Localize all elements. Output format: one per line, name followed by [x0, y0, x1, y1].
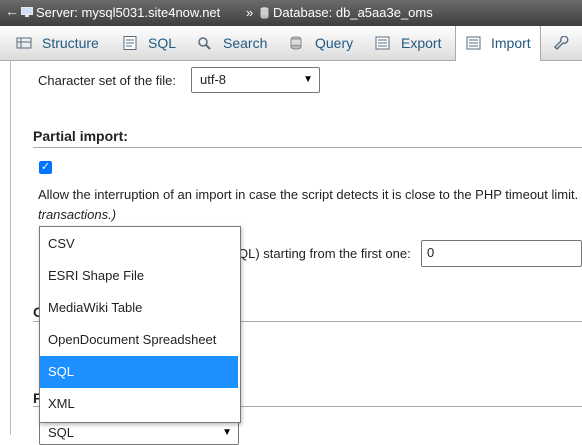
- charset-value: utf-8: [200, 72, 227, 87]
- tab-label: Export: [401, 35, 442, 51]
- breadcrumb-database-link[interactable]: Database: db_a5aa3e_oms: [273, 5, 433, 20]
- back-arrow-icon[interactable]: ←: [5, 3, 19, 19]
- tab-label: Query: [315, 35, 354, 51]
- format-option-sql[interactable]: SQL: [40, 356, 238, 388]
- format-select[interactable]: SQL ▼: [39, 421, 239, 445]
- tab-label: Structure: [42, 35, 99, 51]
- tab-label: Import: [491, 35, 531, 51]
- charset-select[interactable]: utf-8 ▼: [191, 67, 320, 93]
- skip-queries-label: QL) starting from the first one:: [238, 246, 411, 261]
- divider: [33, 147, 582, 148]
- format-select-value: SQL: [48, 425, 75, 440]
- export-icon: [375, 36, 390, 50]
- structure-icon: [16, 37, 32, 49]
- search-icon: [198, 37, 211, 50]
- format-dropdown-list: CSV ESRI Shape File MediaWiki Table Open…: [39, 226, 241, 423]
- tab-export[interactable]: Export: [375, 26, 447, 60]
- tab-sql[interactable]: SQL: [122, 26, 182, 60]
- wrench-icon: [554, 36, 569, 50]
- skip-queries-value: 0: [427, 245, 435, 260]
- charset-label: Character set of the file:: [38, 73, 177, 88]
- format-option-esri[interactable]: ESRI Shape File: [40, 260, 238, 292]
- tab-structure[interactable]: Structure: [16, 26, 106, 60]
- allow-interrupt-label: Allow the interruption of an import in c…: [38, 187, 579, 202]
- chevron-down-icon: ▼: [222, 427, 232, 438]
- breadcrumb-bar: ← Server: mysql5031.site4now.net » Datab…: [0, 0, 582, 26]
- database-icon: [260, 7, 269, 19]
- breadcrumb-server-link[interactable]: Server: mysql5031.site4now.net: [36, 5, 220, 20]
- tab-label: Search: [223, 35, 268, 51]
- server-icon: [21, 7, 33, 17]
- breadcrumb-separator: »: [246, 5, 254, 20]
- query-icon: [290, 36, 302, 50]
- sql-icon: [123, 36, 137, 50]
- partial-import-title: Partial import:: [33, 128, 128, 144]
- tab-import[interactable]: Import: [455, 26, 541, 61]
- format-option-ods[interactable]: OpenDocument Spreadsheet: [40, 324, 238, 356]
- skip-queries-input[interactable]: 0: [421, 240, 582, 267]
- tab-query[interactable]: Query: [289, 26, 359, 60]
- tab-operations[interactable]: [552, 26, 582, 60]
- tab-bar: Structure SQL Search Query Export Import: [0, 26, 582, 61]
- format-option-mediawiki[interactable]: MediaWiki Table: [40, 292, 238, 324]
- transactions-note: transactions.): [38, 207, 117, 222]
- tab-label: SQL: [148, 35, 177, 51]
- allow-interrupt-checkbox[interactable]: ✓: [39, 161, 52, 174]
- import-icon: [466, 36, 481, 50]
- format-option-csv[interactable]: CSV: [40, 228, 238, 260]
- chevron-down-icon: ▼: [303, 74, 313, 85]
- tab-search[interactable]: Search: [197, 26, 272, 60]
- format-option-xml[interactable]: XML: [40, 388, 238, 420]
- content-border: [10, 60, 11, 435]
